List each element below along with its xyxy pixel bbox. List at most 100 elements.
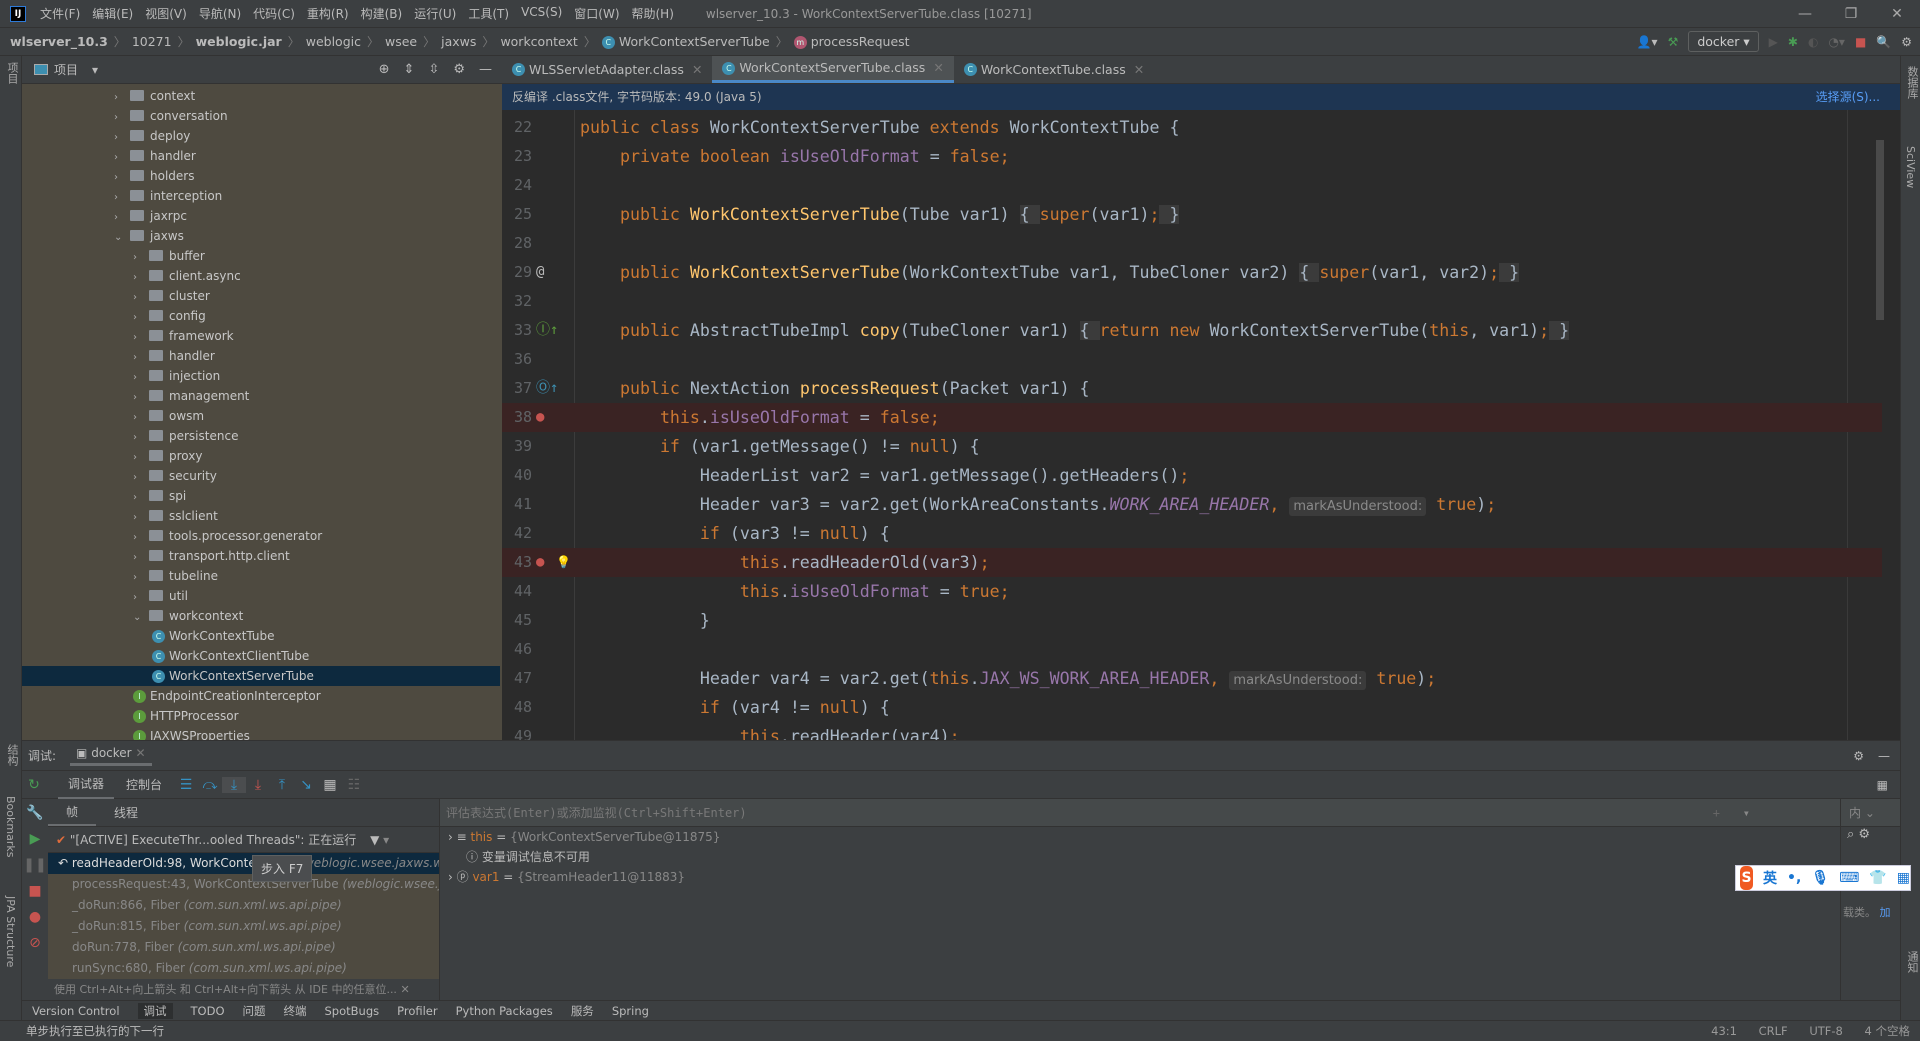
- session-tab-docker[interactable]: ▣ docker ✕: [70, 746, 152, 766]
- tree-item[interactable]: I JAXWSProperties: [22, 726, 500, 740]
- tree-item[interactable]: › config: [22, 306, 500, 326]
- stack-frame[interactable]: processRequest:43, WorkContextServerTube…: [48, 874, 439, 895]
- step-into-icon[interactable]: ⤓: [222, 776, 247, 793]
- toolwindow-terminal[interactable]: 终端: [284, 1003, 307, 1019]
- overrides-icon[interactable]: Ⓞ↑: [536, 374, 558, 403]
- breadcrumb-item[interactable]: wlserver_10.3: [10, 34, 108, 49]
- chevron-right-icon[interactable]: ›: [133, 488, 149, 508]
- tree-item[interactable]: I HTTPProcessor: [22, 706, 500, 726]
- project-view-select[interactable]: 项目: [54, 61, 78, 78]
- menu-item[interactable]: 导航(N): [199, 5, 241, 22]
- add-watch-icon[interactable]: +: [1713, 799, 1720, 827]
- locate-icon[interactable]: ⊕: [379, 62, 390, 77]
- annotation-icon[interactable]: @: [536, 258, 544, 287]
- search-icon[interactable]: 🔍: [1876, 35, 1891, 49]
- step-over-icon[interactable]: ⤼: [198, 777, 222, 793]
- punctuation-icon[interactable]: •,: [1787, 870, 1801, 886]
- breadcrumb-item[interactable]: wsee: [385, 34, 417, 49]
- variable-row[interactable]: › ⓟ var1 = {StreamHeader11@11883}: [440, 867, 1900, 887]
- chevron-right-icon[interactable]: ›: [133, 468, 149, 488]
- tree-item[interactable]: › conversation: [22, 106, 500, 126]
- run-config-select[interactable]: docker ▾: [1688, 31, 1759, 52]
- project-tool-tab[interactable]: 项目: [4, 62, 20, 84]
- menu-item[interactable]: 代码(C): [253, 5, 295, 22]
- tree-item[interactable]: › client.async: [22, 266, 500, 286]
- collapse-all-icon[interactable]: ⇳: [428, 62, 439, 77]
- tree-item[interactable]: › owsm: [22, 406, 500, 426]
- tree-item[interactable]: › sslclient: [22, 506, 500, 526]
- chevron-right-icon[interactable]: ›: [133, 548, 149, 568]
- menu-item[interactable]: 文件(F): [40, 5, 80, 22]
- toolwindow-python-packages[interactable]: Python Packages: [456, 1004, 553, 1018]
- breadcrumb-item[interactable]: jaxws: [441, 34, 476, 49]
- microphone-icon[interactable]: 🎙: [1811, 870, 1829, 886]
- jpa-structure-tool-tab[interactable]: JPA Structure: [4, 896, 17, 967]
- chevron-down-icon[interactable]: ⌄: [114, 228, 130, 248]
- variable-row[interactable]: › ≡ this = {WorkContextServerTube@11875}: [440, 827, 1900, 847]
- breadcrumb-item[interactable]: 10271: [132, 34, 172, 49]
- tree-item[interactable]: › handler: [22, 346, 500, 366]
- stack-frame[interactable]: _doRun:815, Fiber (com.sun.xml.ws.api.pi…: [48, 916, 439, 937]
- toolwindow-problems[interactable]: 问题: [243, 1003, 266, 1019]
- breadcrumb-item[interactable]: weblogic: [306, 34, 361, 49]
- chevron-right-icon[interactable]: ›: [133, 588, 149, 608]
- close-tab-icon[interactable]: ✕: [692, 56, 702, 84]
- close-tab-icon[interactable]: ✕: [933, 54, 943, 82]
- toolwindow-bug[interactable]: 调试: [137, 1002, 173, 1019]
- database-tool-tab[interactable]: 数据库: [1904, 66, 1920, 99]
- tree-item[interactable]: › cluster: [22, 286, 500, 306]
- toolwindow-todo[interactable]: TODO: [191, 1004, 225, 1018]
- breakpoint-icon[interactable]: ●: [536, 548, 544, 577]
- chevron-right-icon[interactable]: ›: [133, 408, 149, 428]
- stop-icon[interactable]: ■: [1855, 35, 1866, 49]
- chevron-right-icon[interactable]: ›: [133, 368, 149, 388]
- tab-console[interactable]: 控制台: [114, 776, 174, 793]
- toolwindow-profiler[interactable]: Profiler: [397, 1004, 438, 1018]
- restore-icon[interactable]: ❐: [1828, 0, 1874, 28]
- breakpoint-icon[interactable]: ●: [536, 403, 544, 432]
- tab-frames[interactable]: 帧: [48, 800, 97, 826]
- tab-debugger[interactable]: 调试器: [58, 771, 115, 799]
- stack-frame[interactable]: runSync:680, Fiber (com.sun.xml.ws.api.p…: [48, 958, 439, 979]
- run-to-cursor-icon[interactable]: ↘: [294, 777, 318, 793]
- chevron-right-icon[interactable]: ›: [133, 528, 149, 548]
- tree-item[interactable]: I EndpointCreationInterceptor: [22, 686, 500, 706]
- menu-item[interactable]: 工具(T): [468, 5, 509, 22]
- chevron-right-icon[interactable]: ›: [133, 268, 149, 288]
- tree-item[interactable]: › buffer: [22, 246, 500, 266]
- sciview-tool-tab[interactable]: SciView: [1904, 146, 1917, 188]
- tree-item[interactable]: › proxy: [22, 446, 500, 466]
- frames-list-icon[interactable]: ☰: [174, 777, 198, 793]
- editor-tab[interactable]: C WorkContextServerTube.class ✕: [712, 54, 954, 83]
- tree-item[interactable]: › injection: [22, 366, 500, 386]
- toolwindow-vcs[interactable]: Version Control: [32, 1004, 120, 1018]
- chevron-down-icon[interactable]: ⌄: [133, 608, 149, 628]
- tree-item[interactable]: › holders: [22, 166, 500, 186]
- structure-tool-tab[interactable]: 结构: [4, 744, 20, 766]
- coverage-icon[interactable]: ◐: [1808, 35, 1818, 49]
- ime-toolbar[interactable]: S 英 •, 🎙 ⌨ 👕 ▦: [1735, 865, 1911, 891]
- chevron-right-icon[interactable]: ›: [133, 328, 149, 348]
- chevron-right-icon[interactable]: ›: [133, 568, 149, 588]
- tree-item[interactable]: › context: [22, 86, 500, 106]
- menu-item[interactable]: 视图(V): [145, 5, 187, 22]
- wrench-icon[interactable]: 🔧: [26, 805, 43, 821]
- lightbulb-icon[interactable]: 💡: [556, 548, 571, 577]
- chevron-right-icon[interactable]: ›: [133, 388, 149, 408]
- chevron-right-icon[interactable]: ›: [133, 348, 149, 368]
- hide-icon[interactable]: —: [479, 62, 492, 77]
- indent-setting[interactable]: 4 个空格: [1865, 1024, 1910, 1038]
- filter-icon[interactable]: ▼: [370, 833, 379, 847]
- gear-icon[interactable]: ⚙: [453, 62, 465, 77]
- stop-icon[interactable]: ■: [28, 883, 41, 899]
- chevron-right-icon[interactable]: ›: [114, 128, 130, 148]
- breadcrumb-item[interactable]: WorkContextServerTube: [619, 34, 770, 49]
- search-icon[interactable]: ⌕: [1847, 827, 1854, 842]
- close-window-icon[interactable]: ✕: [1874, 0, 1920, 28]
- tab-threads[interactable]: 线程: [96, 804, 156, 821]
- chevron-right-icon[interactable]: ›: [133, 448, 149, 468]
- view-breakpoints-icon[interactable]: ●: [29, 909, 41, 925]
- stack-frame[interactable]: _doRun:866, Fiber (com.sun.xml.ws.api.pi…: [48, 895, 439, 916]
- layout-icon[interactable]: ▦: [1877, 778, 1888, 792]
- breadcrumb-item[interactable]: weblogic.jar: [196, 34, 282, 49]
